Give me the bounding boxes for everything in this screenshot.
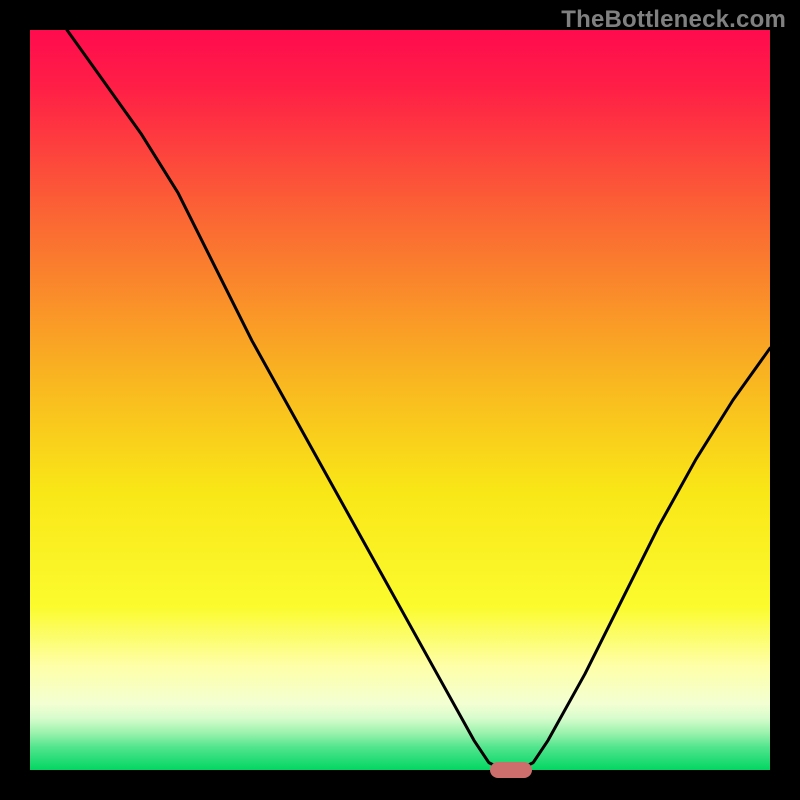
gradient-background: [30, 30, 770, 770]
watermark-text: TheBottleneck.com: [561, 6, 786, 34]
plot-area: [30, 30, 770, 770]
optimal-marker: [490, 762, 532, 778]
chart-frame: TheBottleneck.com: [0, 0, 800, 800]
plot-svg: [30, 30, 770, 770]
